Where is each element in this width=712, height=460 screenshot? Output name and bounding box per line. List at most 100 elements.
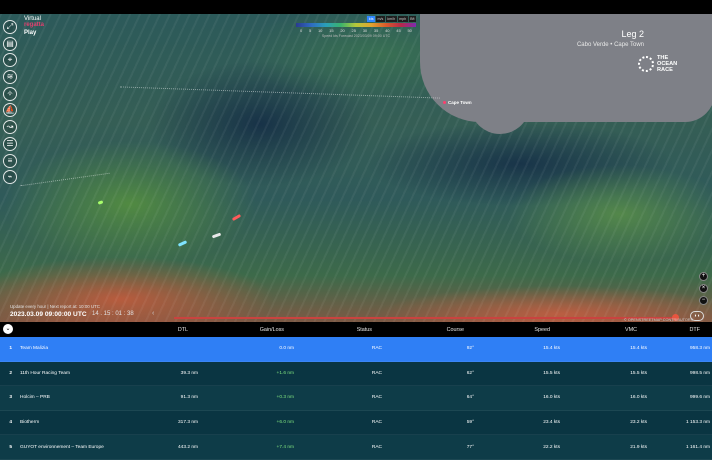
wind-map[interactable]: Cape Town (0, 14, 712, 322)
play-pause-icon[interactable]: ◗◖ (690, 311, 704, 321)
header-vmc[interactable]: VMC (550, 327, 637, 333)
leg-title: Leg 2 (621, 29, 644, 39)
brand-line-2: regatta (24, 22, 45, 28)
legend-tick: 45 (396, 28, 401, 33)
speed-cell: 15.4 kts (543, 346, 560, 352)
team-name-cell: 11th Hour Racing Team (20, 370, 70, 376)
table-row[interactable]: 4 Biotherm 317.3 nm +6.0 nm RAC 59° 23.4 kts 23… (0, 411, 712, 436)
legend-ticks: 0 5 10 15 20 25 30 35 40 45 50 (296, 28, 416, 33)
legend-tick: 10 (317, 28, 323, 33)
header-gain-loss[interactable]: Gain/Loss (188, 327, 284, 333)
timeline-track[interactable] (174, 317, 674, 319)
gain-loss-cell: +7.4 nm (276, 444, 294, 450)
zoom-out-button[interactable]: − (699, 296, 708, 305)
compass-icon[interactable]: ✧ (3, 86, 17, 101)
team-name-cell: Team Malizia (20, 346, 48, 352)
course-cell: 92° (466, 346, 474, 352)
boat-icon[interactable]: ⛵ (3, 103, 17, 118)
dtl-cell: 91.3 nm (180, 395, 198, 401)
status-cell: RAC (371, 395, 382, 401)
city-marker (443, 101, 446, 105)
legend-tick: 15 (329, 28, 334, 33)
speed-cell: 22.2 kts (543, 444, 560, 450)
table-row[interactable]: 5 GUYOT environnement – Team Europe 443.2 … (0, 435, 712, 460)
center-target-icon[interactable]: ⌖ (3, 53, 17, 68)
speed-cell: 15.5 kts (543, 370, 560, 376)
vmc-cell: 15.4 kts (630, 346, 647, 352)
city-label-text: Cape Town (448, 100, 472, 105)
layers-icon[interactable]: ▤ (3, 36, 17, 51)
course-cell: 59° (466, 420, 474, 426)
rank-cell: 3 (9, 395, 12, 401)
legend-tick: 5 (308, 28, 312, 33)
header-course[interactable]: Course (372, 327, 464, 333)
header-dtf[interactable]: DTF (637, 327, 700, 333)
dtf-cell: 1 153.3 nm (685, 420, 710, 426)
wind-icon[interactable]: ≋ (3, 70, 17, 85)
play-label: Play (24, 30, 37, 36)
course-cell: 64° (466, 395, 474, 401)
vmc-cell: 23.2 kts (630, 420, 647, 426)
brand-logo-text: Virtual regatta (24, 16, 52, 28)
city-label: Cape Town (443, 100, 472, 105)
vmc-cell: 15.5 kts (630, 370, 647, 376)
legend-tick: 0 (300, 28, 303, 33)
unit-option[interactable]: km/h (385, 16, 397, 22)
legend-tick: 20 (340, 28, 345, 33)
status-cell: RAC (371, 370, 382, 376)
chart-icon[interactable]: ⌁ (3, 170, 17, 185)
virtual-regatta-logo[interactable]: Virtual regatta Play (24, 16, 52, 38)
legend-tick: 30 (362, 28, 368, 33)
dtl-cell: 39.3 nm (180, 370, 198, 376)
list-icon[interactable]: ≡ (3, 153, 17, 168)
collapse-table-chevron-icon[interactable]: ⌄ (3, 324, 13, 334)
header-status[interactable]: Status (284, 327, 372, 333)
update-note: Update every hour | Next report at: 10:0… (10, 304, 100, 309)
current-timestamp: 2023.03.09 09:00:00 UTC (10, 311, 87, 318)
tracks-icon[interactable]: ↝ (3, 120, 17, 135)
vmc-cell: 16.0 kts (630, 395, 647, 401)
gain-loss-cell: +1.6 nm (276, 370, 294, 376)
unit-option[interactable]: mph (397, 16, 408, 22)
map-zoom-controls: + × − (699, 272, 709, 308)
ocean-race-wordmark: THE OCEAN RACE (657, 55, 677, 73)
top-bar (0, 0, 712, 14)
unit-option[interactable]: m/s (376, 16, 385, 22)
course-cell: 62° (466, 370, 474, 376)
zoom-in-button[interactable]: + (699, 272, 708, 281)
rank-cell: 1 (9, 346, 12, 352)
previous-frame-icon[interactable]: ‹ (152, 310, 154, 317)
dtf-cell: 998.5 nm (689, 370, 710, 376)
ranking-icon[interactable]: ☰ (3, 136, 17, 151)
gain-loss-cell: 0.0 nm (279, 346, 294, 352)
table-header: DTL Gain/Loss Status Course Speed VMC DT… (0, 322, 712, 337)
rank-cell: 5 (9, 444, 12, 450)
legend-tick: 25 (351, 28, 356, 33)
speed-cell: 16.0 kts (543, 395, 560, 401)
fullscreen-icon[interactable]: ⤢ (3, 20, 17, 34)
table-row[interactable]: 3 Holcim – PRB 91.3 nm +0.3 nm RAC 64° 16.0 kt… (0, 386, 712, 411)
legend-tick: 35 (373, 28, 379, 33)
table-body: 1 Team Malizia 0.0 nm RAC 92° 15.4 kts 15.4 kt… (0, 337, 712, 460)
status-cell: RAC (371, 420, 382, 426)
speed-cell: 23.4 kts (543, 420, 560, 426)
legend-note: Speed kts Forecast 2023/03/09 09:00 UTC (321, 34, 391, 38)
status-cell: RAC (371, 444, 382, 450)
team-name-cell: Holcim – PRB (20, 395, 50, 401)
elapsed-time: 14 . 15 : 01 : 38 (92, 311, 134, 317)
header-dtl[interactable]: DTL (0, 327, 188, 333)
unit-option[interactable]: Bft (408, 16, 416, 22)
dtf-cell: 999.6 nm (689, 395, 710, 401)
course-cell: 77° (466, 444, 474, 450)
dtf-cell: 1 161.4 nm (685, 444, 710, 450)
header-speed[interactable]: Speed (464, 327, 550, 333)
table-row[interactable]: 2 11th Hour Racing Team 39.3 nm +1.6 nm RAC 6… (0, 362, 712, 387)
table-row[interactable]: 1 Team Malizia 0.0 nm RAC 92° 15.4 kts 15.4 kt… (0, 337, 712, 362)
gain-loss-cell: +0.3 nm (276, 395, 294, 401)
close-button[interactable]: × (699, 284, 708, 293)
unit-option[interactable]: kts (367, 16, 375, 22)
wind-speed-legend: kts m/s km/h mph Bft 0 5 10 15 20 25 30 35 40 45 50 Sp… (296, 16, 416, 42)
unit-selector: kts m/s km/h mph Bft (296, 16, 416, 22)
ocean-race-mark-icon (638, 56, 654, 72)
legend-tick: 40 (385, 28, 390, 33)
